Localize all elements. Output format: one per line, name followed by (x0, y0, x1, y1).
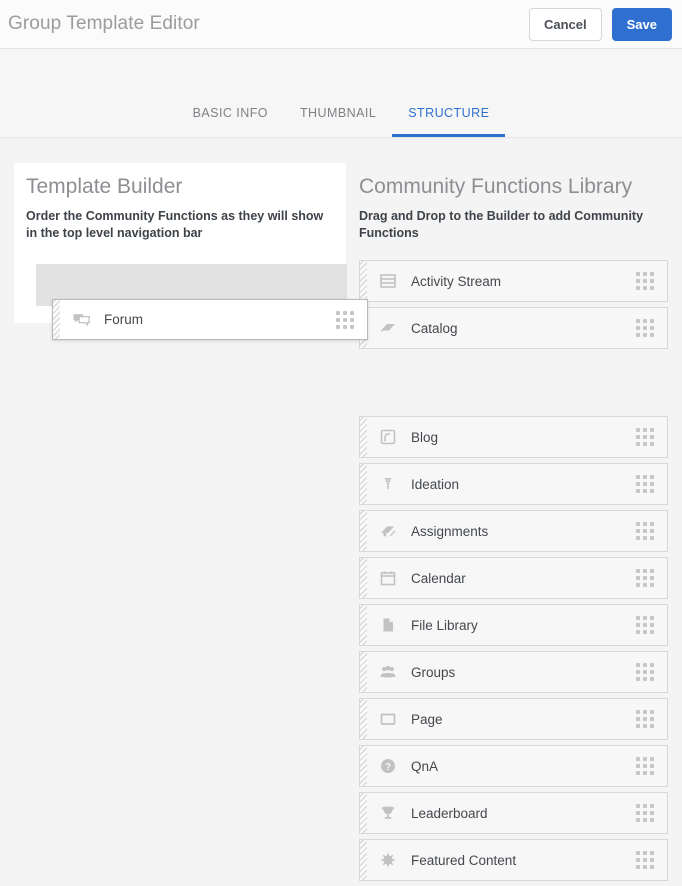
list-item-label: QnA (411, 758, 439, 774)
cancel-button[interactable]: Cancel (528, 7, 602, 41)
builder-title: Template Builder (26, 175, 183, 198)
list-item-label: Activity Stream (411, 273, 502, 289)
list-item-label: Leaderboard (411, 805, 488, 821)
dragged-item-gap (359, 354, 668, 416)
list-item[interactable]: File Library (359, 604, 668, 646)
list-item-label: Groups (411, 664, 456, 680)
list-item[interactable]: Ideation (359, 463, 668, 505)
dragging-item-label: Forum (104, 312, 144, 327)
drag-handle-icon[interactable] (635, 615, 655, 635)
drag-handle-icon[interactable] (635, 427, 655, 447)
library-title: Community Functions Library (359, 175, 633, 198)
library-item-list: Activity Stream Catalog Blog Ideation As… (359, 260, 668, 881)
drag-handle-icon[interactable] (635, 568, 655, 588)
list-item[interactable]: Calendar (359, 557, 668, 599)
drag-stripe[interactable] (360, 746, 367, 786)
drag-stripe[interactable] (360, 558, 367, 598)
list-item[interactable]: ? QnA (359, 745, 668, 787)
drag-stripe[interactable] (53, 300, 60, 339)
header-actions: Cancel Save (528, 7, 672, 41)
drag-stripe[interactable] (360, 699, 367, 739)
drag-handle-icon[interactable] (635, 271, 655, 291)
list-item-label: Assignments (411, 523, 489, 539)
list-item[interactable]: Leaderboard (359, 792, 668, 834)
tab-list: BASIC INFO THUMBNAIL STRUCTURE (177, 106, 506, 137)
assignments-icon (378, 521, 398, 541)
tab-bar: BASIC INFO THUMBNAIL STRUCTURE (0, 49, 682, 138)
list-item-label: Ideation (411, 476, 460, 492)
trophy-icon (378, 803, 398, 823)
blog-icon (378, 427, 398, 447)
list-item[interactable]: Groups (359, 651, 668, 693)
page-title: Group Template Editor (8, 13, 200, 34)
drag-handle-icon[interactable] (635, 850, 655, 870)
top-header-bar: Group Template Editor Cancel Save (0, 0, 682, 49)
drag-stripe[interactable] (360, 511, 367, 551)
groups-icon (378, 662, 398, 682)
list-item[interactable]: Blog (359, 416, 668, 458)
drag-stripe[interactable] (360, 417, 367, 457)
list-item-label: File Library (411, 617, 478, 633)
list-item[interactable]: Featured Content (359, 839, 668, 881)
save-button[interactable]: Save (611, 7, 672, 41)
page-icon (378, 709, 398, 729)
drag-handle-icon[interactable] (635, 521, 655, 541)
community-functions-library-panel: Community Functions Library Drag and Dro… (359, 163, 668, 886)
activity-stream-icon (378, 271, 398, 291)
drag-stripe[interactable] (360, 840, 367, 880)
library-subtitle: Drag and Drop to the Builder to add Comm… (359, 209, 644, 240)
drag-stripe[interactable] (360, 464, 367, 504)
list-item[interactable]: Page (359, 698, 668, 740)
svg-text:?: ? (385, 762, 391, 773)
builder-subtitle: Order the Community Functions as they wi… (26, 209, 324, 240)
list-item[interactable]: Assignments (359, 510, 668, 552)
drag-handle-icon[interactable] (635, 756, 655, 776)
dragging-item-forum[interactable]: Forum (52, 299, 368, 340)
drag-handle-icon[interactable] (635, 803, 655, 823)
file-icon (378, 615, 398, 635)
list-item-label: Blog (411, 429, 439, 445)
tab-basic-info[interactable]: BASIC INFO (177, 106, 284, 137)
drag-handle-icon[interactable] (635, 662, 655, 682)
forum-icon (71, 310, 91, 330)
tab-thumbnail[interactable]: THUMBNAIL (284, 106, 392, 137)
drag-stripe[interactable] (360, 605, 367, 645)
drag-handle-icon[interactable] (335, 310, 355, 330)
drag-handle-icon[interactable] (635, 709, 655, 729)
catalog-icon (378, 318, 398, 338)
question-icon: ? (378, 756, 398, 776)
tab-structure[interactable]: STRUCTURE (392, 106, 506, 137)
star-burst-icon (378, 850, 398, 870)
list-item-label: Catalog (411, 320, 458, 336)
drag-stripe[interactable] (360, 652, 367, 692)
ideation-icon (378, 474, 398, 494)
list-item-label: Page (411, 711, 443, 727)
calendar-icon (378, 568, 398, 588)
list-item-label: Calendar (411, 570, 466, 586)
list-item[interactable]: Catalog (359, 307, 668, 349)
list-item-label: Featured Content (411, 852, 517, 868)
drag-stripe[interactable] (360, 261, 367, 301)
drag-handle-icon[interactable] (635, 474, 655, 494)
list-item[interactable]: Activity Stream (359, 260, 668, 302)
drag-stripe[interactable] (360, 793, 367, 833)
drag-handle-icon[interactable] (635, 318, 655, 338)
